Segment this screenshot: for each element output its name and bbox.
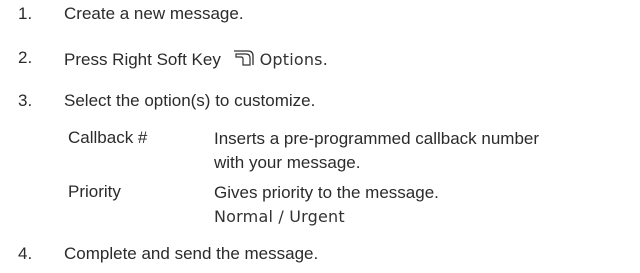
option-description-line: Inserts a pre-programmed callback number xyxy=(214,129,540,148)
step-number: 1. xyxy=(18,4,33,23)
step-text-prefix: Press Right Soft Key xyxy=(64,50,221,69)
step-text: Complete and send the message. xyxy=(64,244,319,263)
option-description: Gives priority to the message. Normal / … xyxy=(214,181,439,229)
option-name: Priority xyxy=(68,182,121,201)
right-soft-key-icon xyxy=(232,48,256,73)
option-description-line: with your message. xyxy=(214,153,361,172)
step-text: Create a new message. xyxy=(64,4,244,23)
step-number: 4. xyxy=(18,244,33,263)
step-text: Press Right Soft Key Options. xyxy=(64,48,328,73)
option-values: Normal / Urgent xyxy=(214,207,345,226)
options-label: Options. xyxy=(259,50,328,69)
option-description-line: Gives priority to the message. xyxy=(214,183,439,202)
option-name: Callback # xyxy=(68,128,148,147)
step-number: 3. xyxy=(18,91,33,110)
step-number: 2. xyxy=(18,48,33,67)
option-description: Inserts a pre-programmed callback number… xyxy=(214,127,539,175)
step-text: Select the option(s) to customize. xyxy=(64,91,316,110)
